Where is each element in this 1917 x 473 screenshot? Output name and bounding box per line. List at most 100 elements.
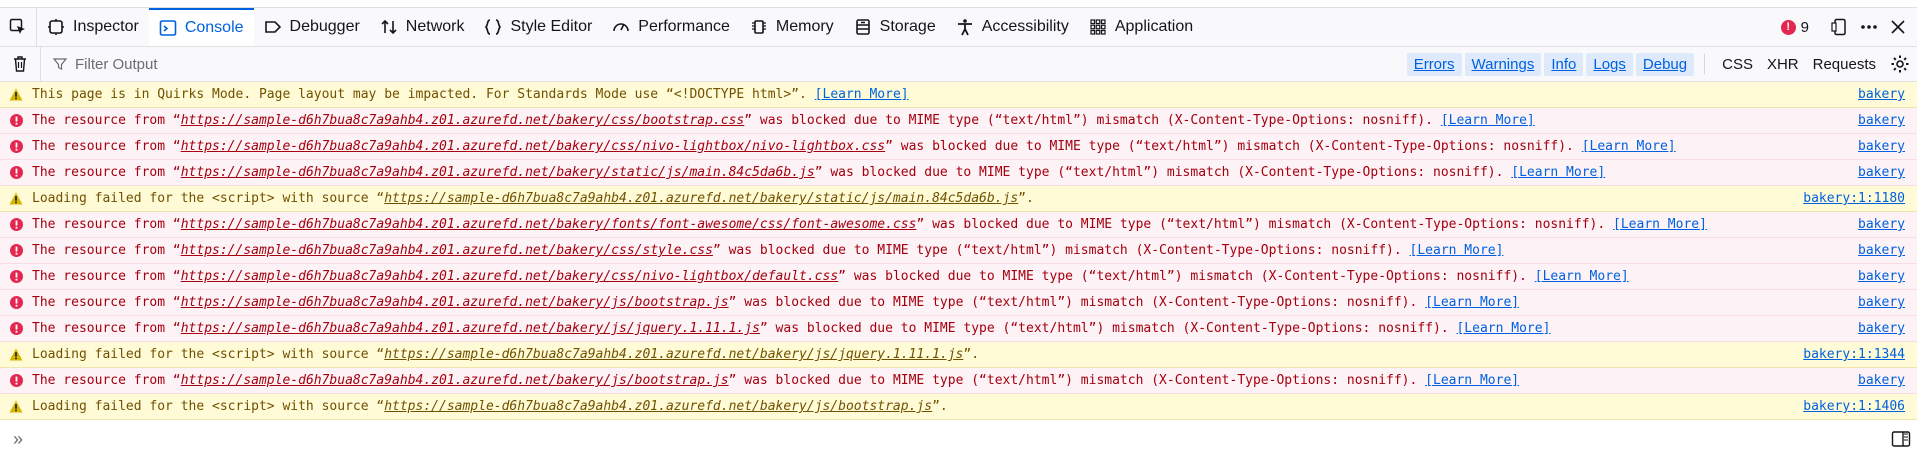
resource-link[interactable]: https://sample-d6h7bua8c7a9ahb4.z01.azur… bbox=[384, 347, 963, 362]
error-icon bbox=[9, 114, 23, 127]
console-settings-button[interactable] bbox=[1883, 54, 1917, 74]
sidebar-toggle-button[interactable] bbox=[1891, 430, 1911, 452]
resource-link[interactable]: https://sample-d6h7bua8c7a9ahb4.z01.azur… bbox=[384, 399, 932, 414]
resource-link[interactable]: https://sample-d6h7bua8c7a9ahb4.z01.azur… bbox=[384, 191, 1018, 206]
tab-inspector[interactable]: Inspector bbox=[37, 8, 149, 46]
message-level-icon bbox=[0, 244, 32, 257]
close-icon[interactable] bbox=[1889, 18, 1907, 36]
message-location-link[interactable]: bakery bbox=[1852, 295, 1905, 310]
memory-icon bbox=[751, 20, 766, 34]
console-message[interactable]: Loading failed for the <script> with sou… bbox=[0, 186, 1917, 212]
learn-more-link[interactable]: [Learn More] bbox=[1441, 113, 1535, 128]
message-location-link[interactable]: bakery:1:1406 bbox=[1797, 399, 1905, 414]
filter-xhr[interactable]: XHR bbox=[1760, 53, 1806, 76]
message-level-icon bbox=[0, 114, 32, 127]
filter-requests[interactable]: Requests bbox=[1806, 53, 1883, 76]
filter-output-input[interactable]: Filter Output bbox=[41, 56, 653, 73]
clear-console-button[interactable] bbox=[0, 47, 41, 81]
trash-icon bbox=[14, 56, 26, 72]
filter-css[interactable]: CSS bbox=[1715, 53, 1760, 76]
resource-link[interactable]: https://sample-d6h7bua8c7a9ahb4.z01.azur… bbox=[181, 373, 729, 388]
tab-label: Application bbox=[1114, 18, 1194, 35]
resource-link[interactable]: https://sample-d6h7bua8c7a9ahb4.z01.azur… bbox=[181, 295, 729, 310]
message-location-link[interactable]: bakery bbox=[1852, 165, 1905, 180]
learn-more-link[interactable]: [Learn More] bbox=[1535, 269, 1629, 284]
console-input-row[interactable]: » bbox=[0, 424, 1917, 454]
learn-more-link[interactable]: [Learn More] bbox=[1582, 139, 1676, 154]
tab-performance[interactable]: Performance bbox=[602, 8, 740, 46]
message-location-link[interactable]: bakery bbox=[1852, 269, 1905, 284]
filter-info[interactable]: Info bbox=[1544, 52, 1584, 76]
message-location-link[interactable]: bakery bbox=[1852, 373, 1905, 388]
message-location-link[interactable]: bakery bbox=[1852, 113, 1905, 128]
console-message[interactable]: The resource from “https://sample-d6h7bu… bbox=[0, 316, 1917, 342]
console-message[interactable]: Loading failed for the <script> with sou… bbox=[0, 394, 1917, 420]
message-prefix: The resource from “ bbox=[32, 295, 181, 310]
error-icon bbox=[9, 270, 23, 283]
console-message[interactable]: The resource from “https://sample-d6h7bu… bbox=[0, 160, 1917, 186]
message-suffix: ” was blocked due to MIME type (“text/ht… bbox=[712, 243, 1410, 258]
message-location-link[interactable]: bakery bbox=[1852, 217, 1905, 232]
tab-storage[interactable]: Storage bbox=[844, 8, 946, 46]
learn-more-link[interactable]: [Learn More] bbox=[1425, 295, 1519, 310]
console-message[interactable]: The resource from “https://sample-d6h7bu… bbox=[0, 212, 1917, 238]
storage-icon bbox=[855, 19, 870, 35]
resource-link[interactable]: https://sample-d6h7bua8c7a9ahb4.z01.azur… bbox=[181, 269, 838, 284]
tab-network[interactable]: Network bbox=[370, 8, 475, 46]
message-suffix: ” was blocked due to MIME type (“text/ht… bbox=[814, 165, 1512, 180]
learn-more-link[interactable]: [Learn More] bbox=[1511, 165, 1605, 180]
message-location-link[interactable]: bakery:1:1180 bbox=[1797, 191, 1905, 206]
filter-warnings[interactable]: Warnings bbox=[1464, 52, 1542, 76]
tab-memory[interactable]: Memory bbox=[740, 8, 844, 46]
resource-link[interactable]: https://sample-d6h7bua8c7a9ahb4.z01.azur… bbox=[181, 113, 745, 128]
message-location-link[interactable]: bakery bbox=[1852, 243, 1905, 258]
learn-more-link[interactable]: [Learn More] bbox=[1456, 321, 1550, 336]
error-icon: ! bbox=[1780, 19, 1796, 35]
message-text: The resource from “https://sample-d6h7bu… bbox=[32, 321, 1917, 336]
console-message[interactable]: The resource from “https://sample-d6h7bu… bbox=[0, 264, 1917, 290]
console-message[interactable]: The resource from “https://sample-d6h7bu… bbox=[0, 108, 1917, 134]
message-location-link[interactable]: bakery bbox=[1852, 139, 1905, 154]
message-location-link[interactable]: bakery bbox=[1852, 321, 1905, 336]
tab-label: Storage bbox=[879, 18, 936, 35]
more-options-icon[interactable] bbox=[1859, 18, 1879, 36]
error-icon bbox=[9, 296, 23, 309]
resource-link[interactable]: https://sample-d6h7bua8c7a9ahb4.z01.azur… bbox=[181, 165, 815, 180]
tab-accessibility[interactable]: Accessibility bbox=[946, 8, 1079, 46]
console-message[interactable]: The resource from “https://sample-d6h7bu… bbox=[0, 238, 1917, 264]
learn-more-link[interactable]: [Learn More] bbox=[815, 87, 909, 102]
tab-style-editor[interactable]: Style Editor bbox=[474, 8, 602, 46]
learn-more-link[interactable]: [Learn More] bbox=[1410, 243, 1504, 258]
message-text: Loading failed for the <script> with sou… bbox=[32, 399, 1917, 414]
filter-debug[interactable]: Debug bbox=[1635, 52, 1695, 76]
message-level-icon bbox=[0, 322, 32, 335]
tab-console[interactable]: Console bbox=[148, 8, 254, 46]
console-message[interactable]: The resource from “https://sample-d6h7bu… bbox=[0, 368, 1917, 394]
tab-application[interactable]: Application bbox=[1079, 8, 1203, 46]
console-message[interactable]: Loading failed for the <script> with sou… bbox=[0, 342, 1917, 368]
message-text: Loading failed for the <script> with sou… bbox=[32, 347, 1917, 362]
filter-errors[interactable]: Errors bbox=[1406, 52, 1462, 76]
resource-link[interactable]: https://sample-d6h7bua8c7a9ahb4.z01.azur… bbox=[181, 321, 760, 336]
console-message[interactable]: This page is in Quirks Mode. Page layout… bbox=[0, 82, 1917, 108]
error-count-badge[interactable]: ! 9 bbox=[1780, 19, 1809, 36]
message-suffix: ”. bbox=[963, 347, 980, 362]
warning-icon bbox=[9, 88, 23, 101]
learn-more-link[interactable]: [Learn More] bbox=[1613, 217, 1707, 232]
message-location-link[interactable]: bakery:1:1344 bbox=[1797, 347, 1905, 362]
responsive-design-icon[interactable] bbox=[1831, 18, 1849, 36]
element-picker-icon bbox=[9, 18, 25, 34]
element-picker-button[interactable] bbox=[0, 8, 37, 46]
resource-link[interactable]: https://sample-d6h7bua8c7a9ahb4.z01.azur… bbox=[181, 217, 917, 232]
tab-debugger[interactable]: Debugger bbox=[254, 8, 370, 46]
learn-more-link[interactable]: [Learn More] bbox=[1425, 373, 1519, 388]
resource-link[interactable]: https://sample-d6h7bua8c7a9ahb4.z01.azur… bbox=[181, 243, 713, 258]
console-message[interactable]: The resource from “https://sample-d6h7bu… bbox=[0, 290, 1917, 316]
resource-link[interactable]: https://sample-d6h7bua8c7a9ahb4.z01.azur… bbox=[181, 139, 885, 154]
console-message[interactable]: The resource from “https://sample-d6h7bu… bbox=[0, 134, 1917, 160]
filter-logs[interactable]: Logs bbox=[1586, 52, 1633, 76]
message-level-icon bbox=[0, 140, 32, 153]
message-location-link[interactable]: bakery bbox=[1852, 87, 1905, 102]
error-icon bbox=[9, 244, 23, 257]
message-level-icon bbox=[0, 348, 32, 361]
